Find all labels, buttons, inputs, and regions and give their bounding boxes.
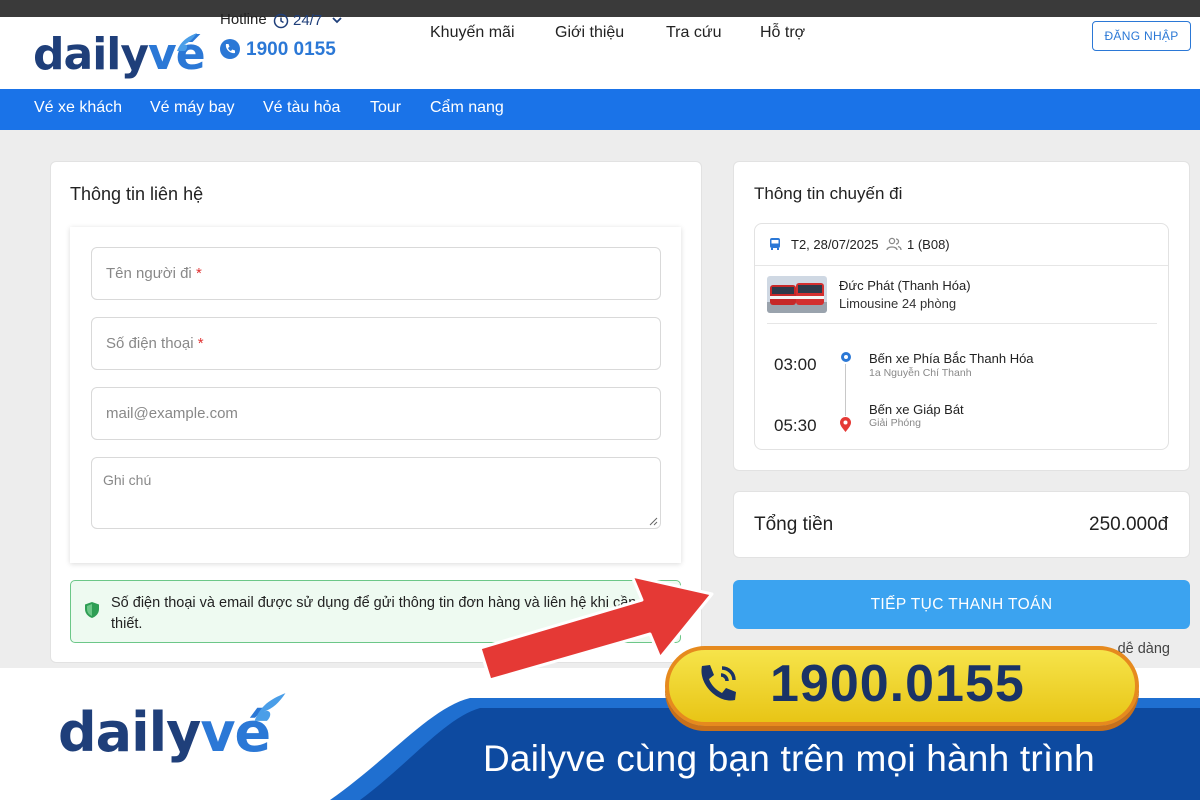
- phone-icon: [701, 665, 736, 701]
- divider: [755, 265, 1168, 266]
- resize-handle-icon[interactable]: [648, 516, 658, 526]
- note-placeholder: Ghi chú: [103, 472, 152, 488]
- divider: [767, 323, 1157, 324]
- arrival-station: Bến xe Giáp Bát: [869, 402, 964, 417]
- email-placeholder: mail@example.com: [106, 405, 238, 422]
- departure-station: Bến xe Phía Bắc Thanh Hóa: [869, 351, 1034, 366]
- category-handbook[interactable]: Cẩm nang: [430, 99, 504, 117]
- bus-photo: [767, 276, 827, 313]
- departure-address: 1a Nguyễn Chí Thanh: [869, 367, 972, 379]
- category-train-tickets[interactable]: Vé tàu hỏa: [263, 99, 340, 117]
- vehicle-type: Limousine 24 phòng: [839, 296, 957, 311]
- email-field[interactable]: mail@example.com: [91, 387, 661, 440]
- total-label: Tổng tiền: [754, 514, 834, 535]
- logo-text-daily: daily: [33, 29, 149, 80]
- operator-name: Đức Phát (Thanh Hóa): [839, 278, 971, 293]
- phone-field[interactable]: Số điện thoại *: [91, 317, 661, 370]
- dailyve-logo[interactable]: dailyvé: [33, 29, 206, 87]
- banner-logo: dailyvé: [58, 706, 271, 760]
- bus-icon: [770, 238, 780, 250]
- required-mark: *: [197, 335, 204, 352]
- shield-icon: [85, 602, 99, 618]
- category-bus-tickets[interactable]: Vé xe khách: [34, 99, 122, 117]
- nav-gioi-thieu[interactable]: Giới thiệu: [555, 24, 624, 42]
- hotline-hours[interactable]: 24/7: [293, 12, 322, 29]
- phone-placeholder: Số điện thoại: [106, 335, 194, 352]
- banner-phone-number[interactable]: 1900.0155: [770, 654, 1025, 714]
- departure-dot-icon: [841, 352, 851, 362]
- nav-khuyen-mai[interactable]: Khuyến mãi: [430, 24, 515, 42]
- name-placeholder: Tên người đi: [106, 265, 192, 282]
- chevron-down-icon[interactable]: [332, 16, 342, 24]
- window-top-strip: [0, 0, 1200, 17]
- nav-ho-tro[interactable]: Hỗ trợ: [760, 24, 805, 42]
- total-value: 250.000đ: [1089, 514, 1169, 535]
- login-button[interactable]: ĐĂNG NHẬP: [1092, 21, 1191, 51]
- bird-icon: [254, 693, 286, 721]
- nav-tra-cuu[interactable]: Tra cứu: [666, 24, 721, 42]
- passengers-icon: [886, 237, 902, 251]
- category-flight-tickets[interactable]: Vé máy bay: [150, 99, 234, 117]
- clock-icon: [273, 13, 289, 29]
- arrival-time: 05:30: [774, 416, 817, 435]
- name-field[interactable]: Tên người đi *: [91, 247, 661, 300]
- map-pin-icon: [840, 417, 851, 432]
- trip-seats: 1 (B08): [907, 237, 950, 252]
- arrival-address: Giải Phóng: [869, 417, 921, 429]
- notice-text: Số điện thoại và email được sử dụng để g…: [111, 595, 637, 632]
- departure-time: 03:00: [774, 355, 817, 374]
- privacy-notice: Số điện thoại và email được sử dụng để g…: [70, 580, 681, 643]
- continue-payment-button[interactable]: TIẾP TỤC THANH TOÁN: [733, 580, 1190, 629]
- note-textarea[interactable]: Ghi chú: [91, 457, 661, 529]
- category-tour[interactable]: Tour: [370, 99, 401, 117]
- bird-icon: [177, 33, 197, 51]
- required-mark: *: [195, 265, 202, 282]
- hotline-label: Hotline: [220, 11, 267, 28]
- banner-slogan: Dailyve cùng bạn trên mọi hành trình: [483, 738, 1095, 779]
- route-line: [845, 364, 846, 416]
- trip-title: Thông tin chuyến đi: [754, 184, 903, 203]
- category-nav: Vé xe khách Vé máy bay Vé tàu hỏa Tour C…: [0, 89, 1200, 130]
- banner-logo-daily: daily: [58, 701, 201, 764]
- hotline-number[interactable]: 1900 0155: [246, 39, 336, 61]
- contact-title: Thông tin liên hệ: [70, 184, 204, 204]
- trip-date: T2, 28/07/2025: [791, 237, 879, 252]
- phone-icon: [220, 39, 240, 59]
